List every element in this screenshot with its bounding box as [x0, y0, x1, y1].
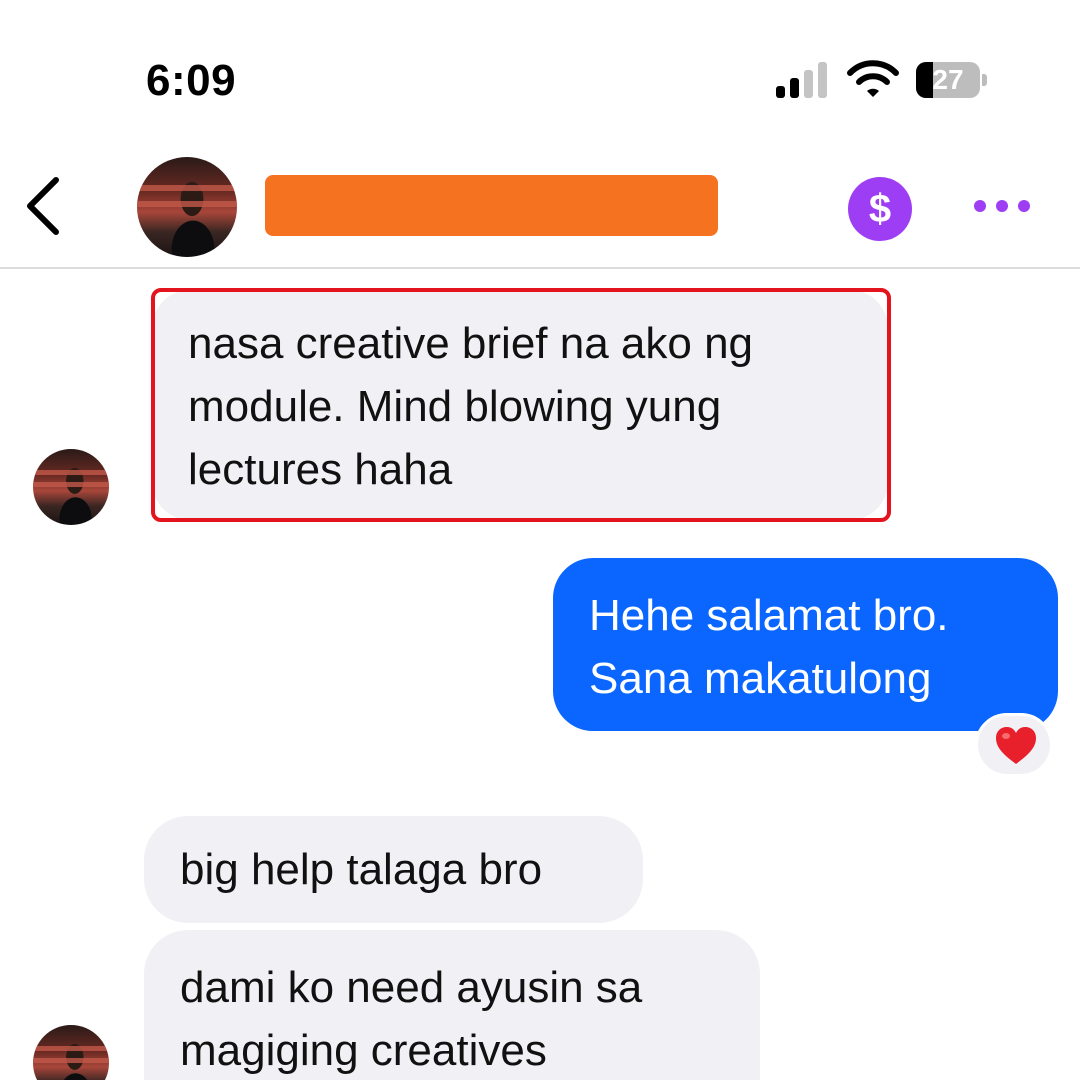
sender-avatar[interactable]: [33, 1025, 109, 1080]
message-bubble-incoming[interactable]: nasa creative brief na ako ng module. Mi…: [152, 290, 888, 520]
sender-avatar[interactable]: [33, 449, 109, 525]
header-divider: [0, 267, 1080, 269]
signal-bar: [790, 78, 799, 98]
more-dot: [996, 200, 1008, 212]
message-bubble-incoming[interactable]: big help talaga bro: [144, 816, 643, 923]
chevron-left-icon: [27, 177, 59, 235]
reaction-badge[interactable]: [975, 713, 1053, 777]
status-time: 6:09: [146, 56, 237, 105]
contact-avatar[interactable]: [137, 157, 237, 257]
payment-button[interactable]: $: [848, 177, 912, 241]
back-button[interactable]: [18, 172, 74, 240]
wifi-icon: [846, 60, 900, 100]
signal-bar: [818, 62, 827, 98]
battery-icon: 27: [916, 62, 988, 98]
more-options-button[interactable]: [972, 192, 1032, 222]
cellular-signal-icon: [776, 62, 828, 98]
battery-level: 27: [932, 64, 964, 95]
contact-name-redacted[interactable]: [265, 175, 718, 236]
signal-bar: [776, 86, 785, 98]
heart-icon: [996, 727, 1036, 764]
message-bubble-outgoing[interactable]: Hehe salamat bro. Sana makatulong: [553, 558, 1058, 731]
more-dots-icon: [974, 200, 986, 212]
more-dot: [1018, 200, 1030, 212]
dollar-sign-icon: $: [868, 187, 892, 231]
signal-bar: [804, 70, 813, 98]
message-bubble-incoming[interactable]: dami ko need ayusin sa magiging creative…: [144, 930, 760, 1080]
